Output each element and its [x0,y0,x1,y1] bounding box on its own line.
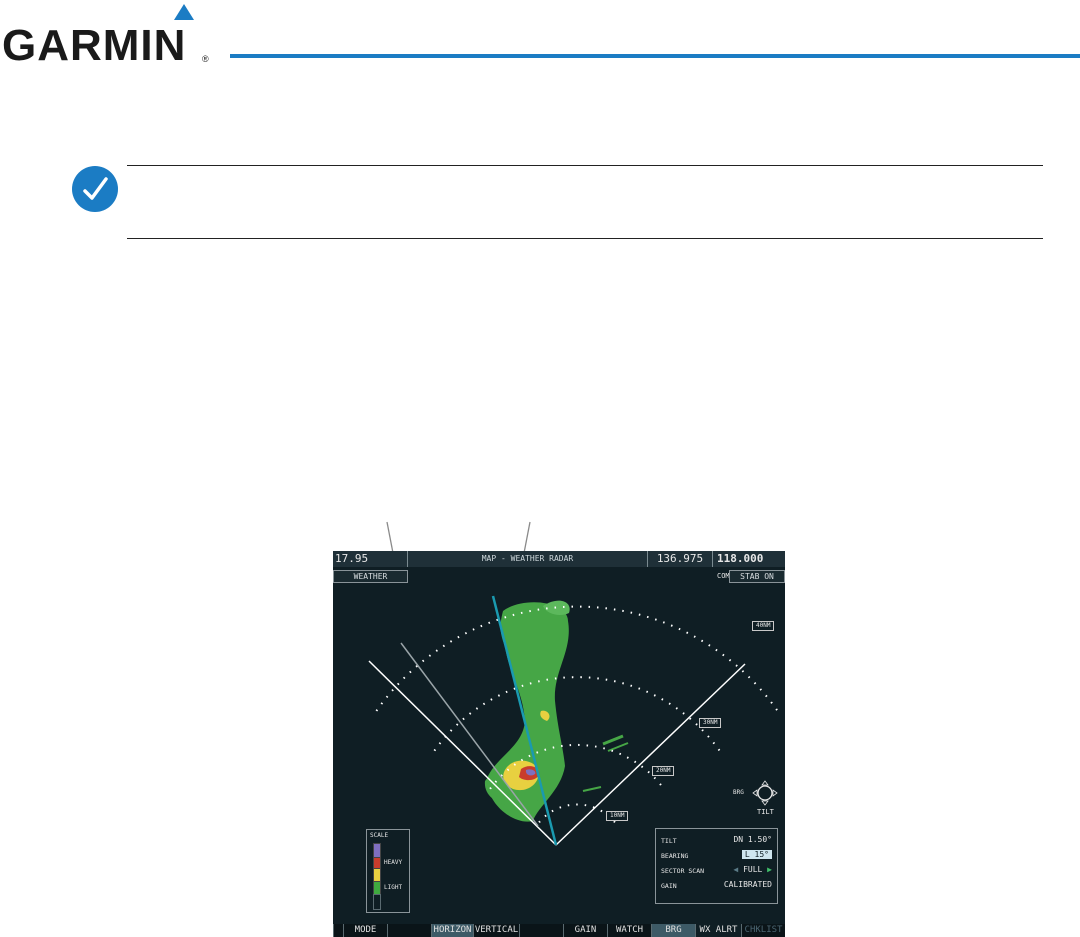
stab-status: STAB ON [729,570,785,583]
gain-key: GAIN [661,882,677,890]
softkey-chklist[interactable]: CHKLIST [741,924,785,937]
softkey-bar: MODE HORIZON VERTICAL GAIN WATCH BRG WX … [333,924,785,937]
scale-swatch-black [373,894,381,910]
bearing-row: BEARING L 15° [661,850,772,862]
range-label-10: 10NM [606,811,629,821]
scale-legend: SCALE HEAVY LIGHT [366,829,410,913]
sector-scan-row: SECTOR SCAN ◀ FULL ▶ [661,865,772,877]
scale-label-heavy: HEAVY [384,859,403,866]
tilt-key: TILT [661,837,677,845]
bearing-key: BEARING [661,852,689,860]
brg-label: BRG [733,789,744,796]
scale-swatch-magenta [373,843,381,858]
softkey-gain[interactable]: GAIN [563,924,607,937]
nav-frequency[interactable]: 136.975 [648,551,713,567]
scale-title: SCALE [370,832,389,839]
range-label-30: 30NM [699,718,722,728]
weather-radar-display: 17.95 MAP - WEATHER RADAR 136.975 118.00… [333,551,785,937]
softkey-mode[interactable]: MODE [343,924,387,937]
radar-settings-box: TILT DN 1.50° BEARING L 15° SECTOR SCAN … [655,828,778,904]
softkey-watch[interactable]: WATCH [607,924,651,937]
mode-label: WEATHER [333,570,408,583]
tilt-value: DN 1.50° [733,835,772,844]
range-label-20: 20NM [652,766,675,776]
arrow-right-icon: ▶ [767,865,772,874]
weather-returns [484,600,629,822]
sector-scan-key: SECTOR SCAN [661,867,705,875]
scale-swatch-green [373,881,381,895]
scale-swatch-yellow [373,868,381,882]
gain-value: CALIBRATED [723,880,772,889]
page-title: MAP - WEATHER RADAR [408,551,648,567]
com-frequency: 118.000 [717,552,764,565]
softkey-horizon[interactable]: HORIZON [431,924,473,937]
gain-row: GAIN CALIBRATED [661,880,772,892]
top-status-bar: 17.95 MAP - WEATHER RADAR 136.975 118.00… [333,551,785,580]
softkey-blank-1[interactable] [333,924,343,937]
scale-label-light: LIGHT [384,884,403,891]
softkey-blank-3[interactable] [519,924,563,937]
sector-scan-selector[interactable]: ◀ FULL ▶ [733,865,772,874]
sector-scan-value: FULL [743,865,763,874]
com-frequency-cell[interactable]: 118.000 COM2 [713,551,785,580]
range-label-40: 40NM [752,621,775,631]
softkey-brg[interactable]: BRG [651,924,695,937]
range-arcs [375,605,779,824]
brg-tilt-control[interactable]: BRG TILT [733,775,781,817]
softkey-vertical[interactable]: VERTICAL [473,924,519,937]
softkey-blank-2[interactable] [387,924,431,937]
active-nav-frequency[interactable]: 17.95 [333,551,408,567]
bearing-value[interactable]: L 15° [741,850,772,859]
arrow-left-icon: ◀ [733,865,739,874]
softkey-wx-alrt[interactable]: WX ALRT [695,924,741,937]
tilt-row: TILT DN 1.50° [661,835,772,847]
tilt-label: TILT [757,808,774,816]
